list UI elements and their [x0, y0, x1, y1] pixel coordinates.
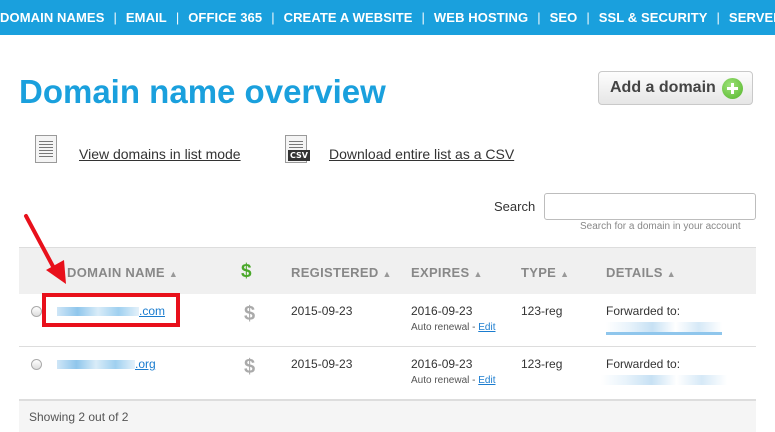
add-domain-button[interactable]: Add a domain: [598, 71, 753, 105]
nav-domain-names[interactable]: DOMAIN NAMES: [0, 10, 104, 25]
csv-file-icon: CSV: [285, 135, 310, 163]
annotation-highlight-box: [42, 293, 180, 327]
price-dollar-icon[interactable]: $: [244, 303, 255, 326]
row-select-radio[interactable]: [31, 306, 42, 317]
view-list-mode-link[interactable]: View domains in list mode: [79, 146, 241, 162]
redacted-underline: [606, 332, 722, 335]
document-list-icon: [35, 135, 57, 163]
edit-renewal-link[interactable]: Edit: [478, 322, 495, 333]
col-details[interactable]: DETAILS ▲: [606, 265, 676, 280]
forwarded-to-label: Forwarded to:: [606, 357, 681, 371]
col-domain-name[interactable]: DOMAIN NAME ▲: [67, 265, 178, 280]
domain-table: DOMAIN NAME ▲ $ REGISTERED ▲ EXPIRES ▲ TYPE…: [19, 247, 756, 432]
sort-asc-icon: ▲: [473, 269, 483, 279]
expires-date: 2016-09-23: [411, 304, 473, 318]
nav-ssl-security[interactable]: SSL & SECURITY: [599, 10, 708, 25]
nav-separator: |: [175, 10, 180, 25]
search-hint: Search for a domain in your account: [580, 221, 741, 232]
auto-renewal-note: Auto renewal - Edit: [411, 375, 496, 386]
redacted-forward-target: [606, 322, 722, 332]
nav-email[interactable]: EMAIL: [126, 10, 167, 25]
nav-separator: |: [271, 10, 275, 25]
forwarded-to-label: Forwarded to:: [606, 304, 681, 318]
edit-renewal-link[interactable]: Edit: [478, 375, 495, 386]
nav-servers[interactable]: SERVERS: [729, 10, 775, 25]
nav-seo[interactable]: SEO: [550, 10, 578, 25]
sort-asc-icon: ▲: [168, 269, 179, 279]
table-row: .org $ 2015-09-23 2016-09-23 Auto renewa…: [19, 347, 756, 400]
page-title: Domain name overview: [19, 73, 386, 110]
plus-circle-icon: [722, 78, 743, 99]
search-input[interactable]: [544, 193, 756, 220]
search-label: Search: [494, 199, 536, 214]
nav-separator: |: [537, 10, 541, 25]
expires-date: 2016-09-23: [411, 357, 473, 371]
nav-office-365[interactable]: OFFICE 365: [188, 10, 262, 25]
price-dollar-icon[interactable]: $: [244, 356, 255, 379]
row-select-radio[interactable]: [31, 359, 42, 370]
table-footer: Showing 2 out of 2: [19, 400, 756, 432]
registrar-type: 123-reg: [521, 357, 563, 371]
domain-link[interactable]: .org: [57, 357, 156, 371]
nav-create-website[interactable]: CREATE A WEBSITE: [284, 10, 413, 25]
nav-separator: |: [586, 10, 590, 25]
registered-date: 2015-09-23: [291, 357, 353, 371]
annotation-arrow-icon: [24, 214, 66, 284]
col-expires[interactable]: EXPIRES ▲: [411, 265, 483, 280]
redacted-domain: [57, 360, 135, 370]
sort-asc-icon: ▲: [560, 269, 570, 279]
col-type[interactable]: TYPE ▲: [521, 265, 569, 280]
csv-icon-label: CSV: [288, 150, 310, 161]
nav-separator: |: [716, 10, 720, 25]
top-nav: DOMAIN NAMES | EMAIL | OFFICE 365 | CREA…: [0, 0, 775, 35]
nav-separator: |: [421, 10, 425, 25]
sort-asc-icon: ▲: [382, 269, 392, 279]
sort-asc-icon: ▲: [666, 269, 676, 279]
col-price-dollar-icon: $: [241, 261, 252, 282]
registered-date: 2015-09-23: [291, 304, 353, 318]
auto-renewal-note: Auto renewal - Edit: [411, 322, 496, 333]
download-csv-link[interactable]: Download entire list as a CSV: [329, 146, 514, 162]
add-domain-label: Add a domain: [610, 79, 716, 96]
table-header: DOMAIN NAME ▲ $ REGISTERED ▲ EXPIRES ▲ TYPE…: [19, 247, 756, 295]
nav-separator: |: [113, 10, 117, 25]
nav-web-hosting[interactable]: WEB HOSTING: [434, 10, 528, 25]
redacted-forward-target: [601, 375, 727, 385]
registrar-type: 123-reg: [521, 304, 563, 318]
col-registered[interactable]: REGISTERED ▲: [291, 265, 392, 280]
results-count: Showing 2 out of 2: [29, 410, 129, 424]
